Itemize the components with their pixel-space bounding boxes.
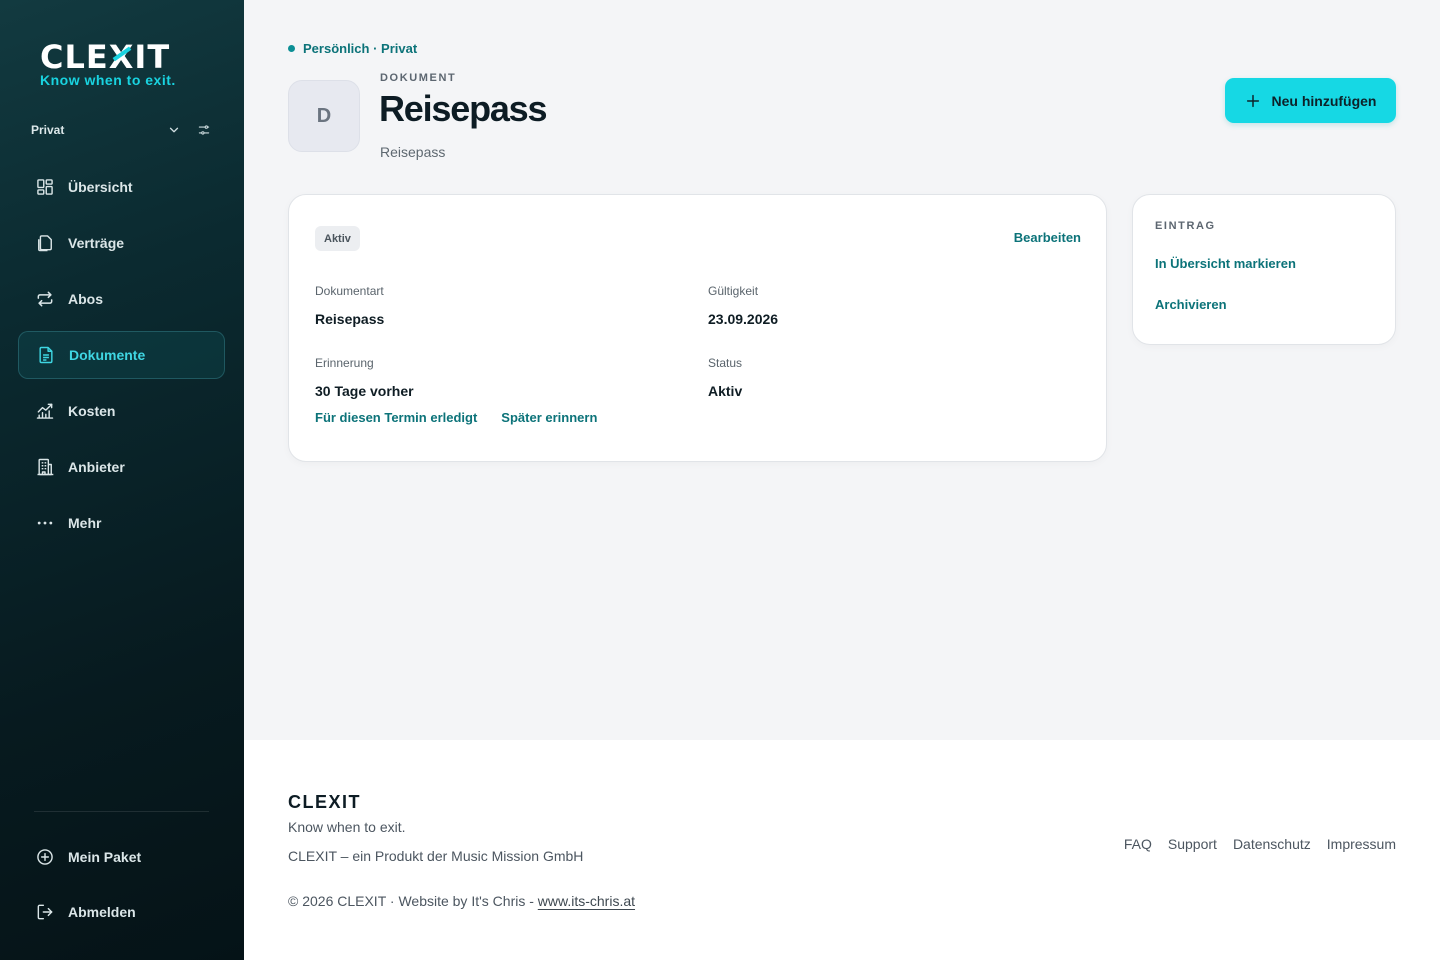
field-status: Status Aktiv: [708, 356, 742, 399]
sidebar-item-uebersicht[interactable]: Übersicht: [18, 163, 225, 211]
field-value: 30 Tage vorher: [315, 383, 414, 399]
footer: CLEXIT Know when to exit. CLEXIT – ein P…: [244, 740, 1440, 960]
field-label: Status: [708, 356, 743, 370]
sidebar-item-abmelden[interactable]: Abmelden: [18, 888, 225, 936]
copyright-text: © 2026 CLEXIT · Website by It's Chris -: [288, 893, 538, 909]
chevron-down-icon[interactable]: [167, 123, 181, 137]
mark-done-link[interactable]: Für diesen Termin erledigt: [315, 410, 477, 425]
breadcrumb-text: Persönlich · Privat: [303, 41, 418, 56]
logo-wordmark: CLEXIT: [40, 38, 171, 76]
add-new-label: Neu hinzufügen: [1271, 92, 1377, 109]
sidebar-item-dokumente[interactable]: Dokumente: [18, 331, 225, 379]
footer-tagline: Know when to exit.: [288, 819, 406, 835]
entry-actions-card: EINTRAG In Übersicht markieren Archivier…: [1132, 194, 1396, 345]
repeat-icon: [37, 291, 53, 307]
plus-icon: [1246, 94, 1259, 107]
sidebar-item-label: Kosten: [68, 403, 116, 419]
breadcrumb[interactable]: Persönlich · Privat: [288, 41, 417, 56]
brand-logo[interactable]: CLEXIT Know when to exit.: [40, 40, 210, 90]
field-value: Reisepass: [315, 311, 385, 327]
field-value: Aktiv: [708, 383, 743, 399]
sidebar-item-label: Mein Paket: [68, 849, 142, 865]
remind-later-link[interactable]: Später erinnern: [501, 410, 597, 425]
workspace-switcher[interactable]: Privat: [31, 120, 211, 140]
status-badge: Aktiv: [315, 226, 360, 251]
footer-link-support[interactable]: Support: [1168, 836, 1217, 852]
field-reminder: Erinnerung 30 Tage vorher: [315, 356, 414, 399]
plus-circle-icon: [37, 849, 53, 865]
footer-links: FAQ Support Datenschutz Impressum: [1124, 836, 1396, 852]
sidebar-item-label: Anbieter: [68, 459, 125, 475]
edit-link[interactable]: Bearbeiten: [1014, 230, 1081, 245]
entry-kicker: EINTRAG: [1155, 220, 1216, 232]
field-label: Gültigkeit: [708, 284, 759, 298]
website-link[interactable]: www.its-chris.at: [538, 893, 635, 909]
document-detail-card: Aktiv Bearbeiten Dokumentart Reisepass G…: [288, 194, 1107, 462]
main-content: Persönlich · Privat D DOKUMENT Reisepass…: [244, 0, 1440, 740]
footer-link-faq[interactable]: FAQ: [1124, 836, 1152, 852]
field-value: 23.09.2026: [708, 311, 779, 327]
sidebar-bottom-nav: Mein Paket Abmelden: [18, 833, 225, 943]
page-kicker: DOKUMENT: [380, 72, 457, 84]
chart-icon: [36, 403, 54, 419]
page-title: Reisepass: [379, 88, 548, 129]
logout-icon: [37, 904, 53, 920]
footer-brand: CLEXIT: [288, 792, 362, 812]
sidebar-item-label: Übersicht: [68, 179, 133, 195]
sidebar-item-mein-paket[interactable]: Mein Paket: [18, 833, 225, 881]
field-label: Erinnerung: [315, 356, 374, 370]
add-new-button[interactable]: Neu hinzufügen: [1225, 78, 1396, 123]
footer-link-datenschutz[interactable]: Datenschutz: [1233, 836, 1311, 852]
reminder-actions: Für diesen Termin erledigt Später erinne…: [315, 410, 597, 425]
field-label: Dokumentart: [315, 284, 384, 298]
sidebar-item-anbieter[interactable]: Anbieter: [18, 443, 225, 491]
sidebar: CLEXIT Know when to exit. Privat Übersic…: [0, 0, 244, 960]
workspace-label: Privat: [31, 123, 65, 137]
sidebar-item-label: Abmelden: [68, 904, 136, 920]
document-text-icon: [39, 346, 53, 364]
breadcrumb-dot: [288, 45, 295, 52]
building-icon: [37, 458, 54, 476]
field-validity: Gültigkeit 23.09.2026: [708, 284, 778, 327]
sidebar-item-label: Mehr: [68, 515, 102, 531]
sidebar-item-kosten[interactable]: Kosten: [18, 387, 225, 435]
sidebar-divider: [34, 811, 209, 812]
sidebar-item-vertraege[interactable]: Verträge: [18, 219, 225, 267]
mark-in-overview-link[interactable]: In Übersicht markieren: [1155, 256, 1296, 271]
sidebar-item-label: Abos: [68, 291, 103, 307]
sidebar-item-label: Verträge: [68, 235, 125, 251]
field-document-type: Dokumentart Reisepass: [315, 284, 384, 327]
dashboard-icon: [37, 179, 53, 195]
footer-company: CLEXIT – ein Produkt der Music Mission G…: [288, 848, 584, 864]
document-avatar: D: [288, 80, 360, 152]
sidebar-nav: Übersicht Verträge Abos Dokumente Kosten…: [18, 163, 225, 555]
sidebar-item-mehr[interactable]: Mehr: [18, 499, 225, 547]
archive-link[interactable]: Archivieren: [1155, 297, 1227, 312]
sidebar-item-label: Dokumente: [69, 347, 146, 363]
more-dots-icon: [37, 521, 53, 525]
page-subtitle: Reisepass: [380, 144, 446, 160]
documents-copy-icon: [38, 235, 52, 252]
sidebar-item-abos[interactable]: Abos: [18, 275, 225, 323]
footer-copyright: © 2026 CLEXIT · Website by It's Chris - …: [288, 893, 635, 909]
footer-link-impressum[interactable]: Impressum: [1327, 836, 1396, 852]
sliders-icon[interactable]: [197, 123, 211, 137]
